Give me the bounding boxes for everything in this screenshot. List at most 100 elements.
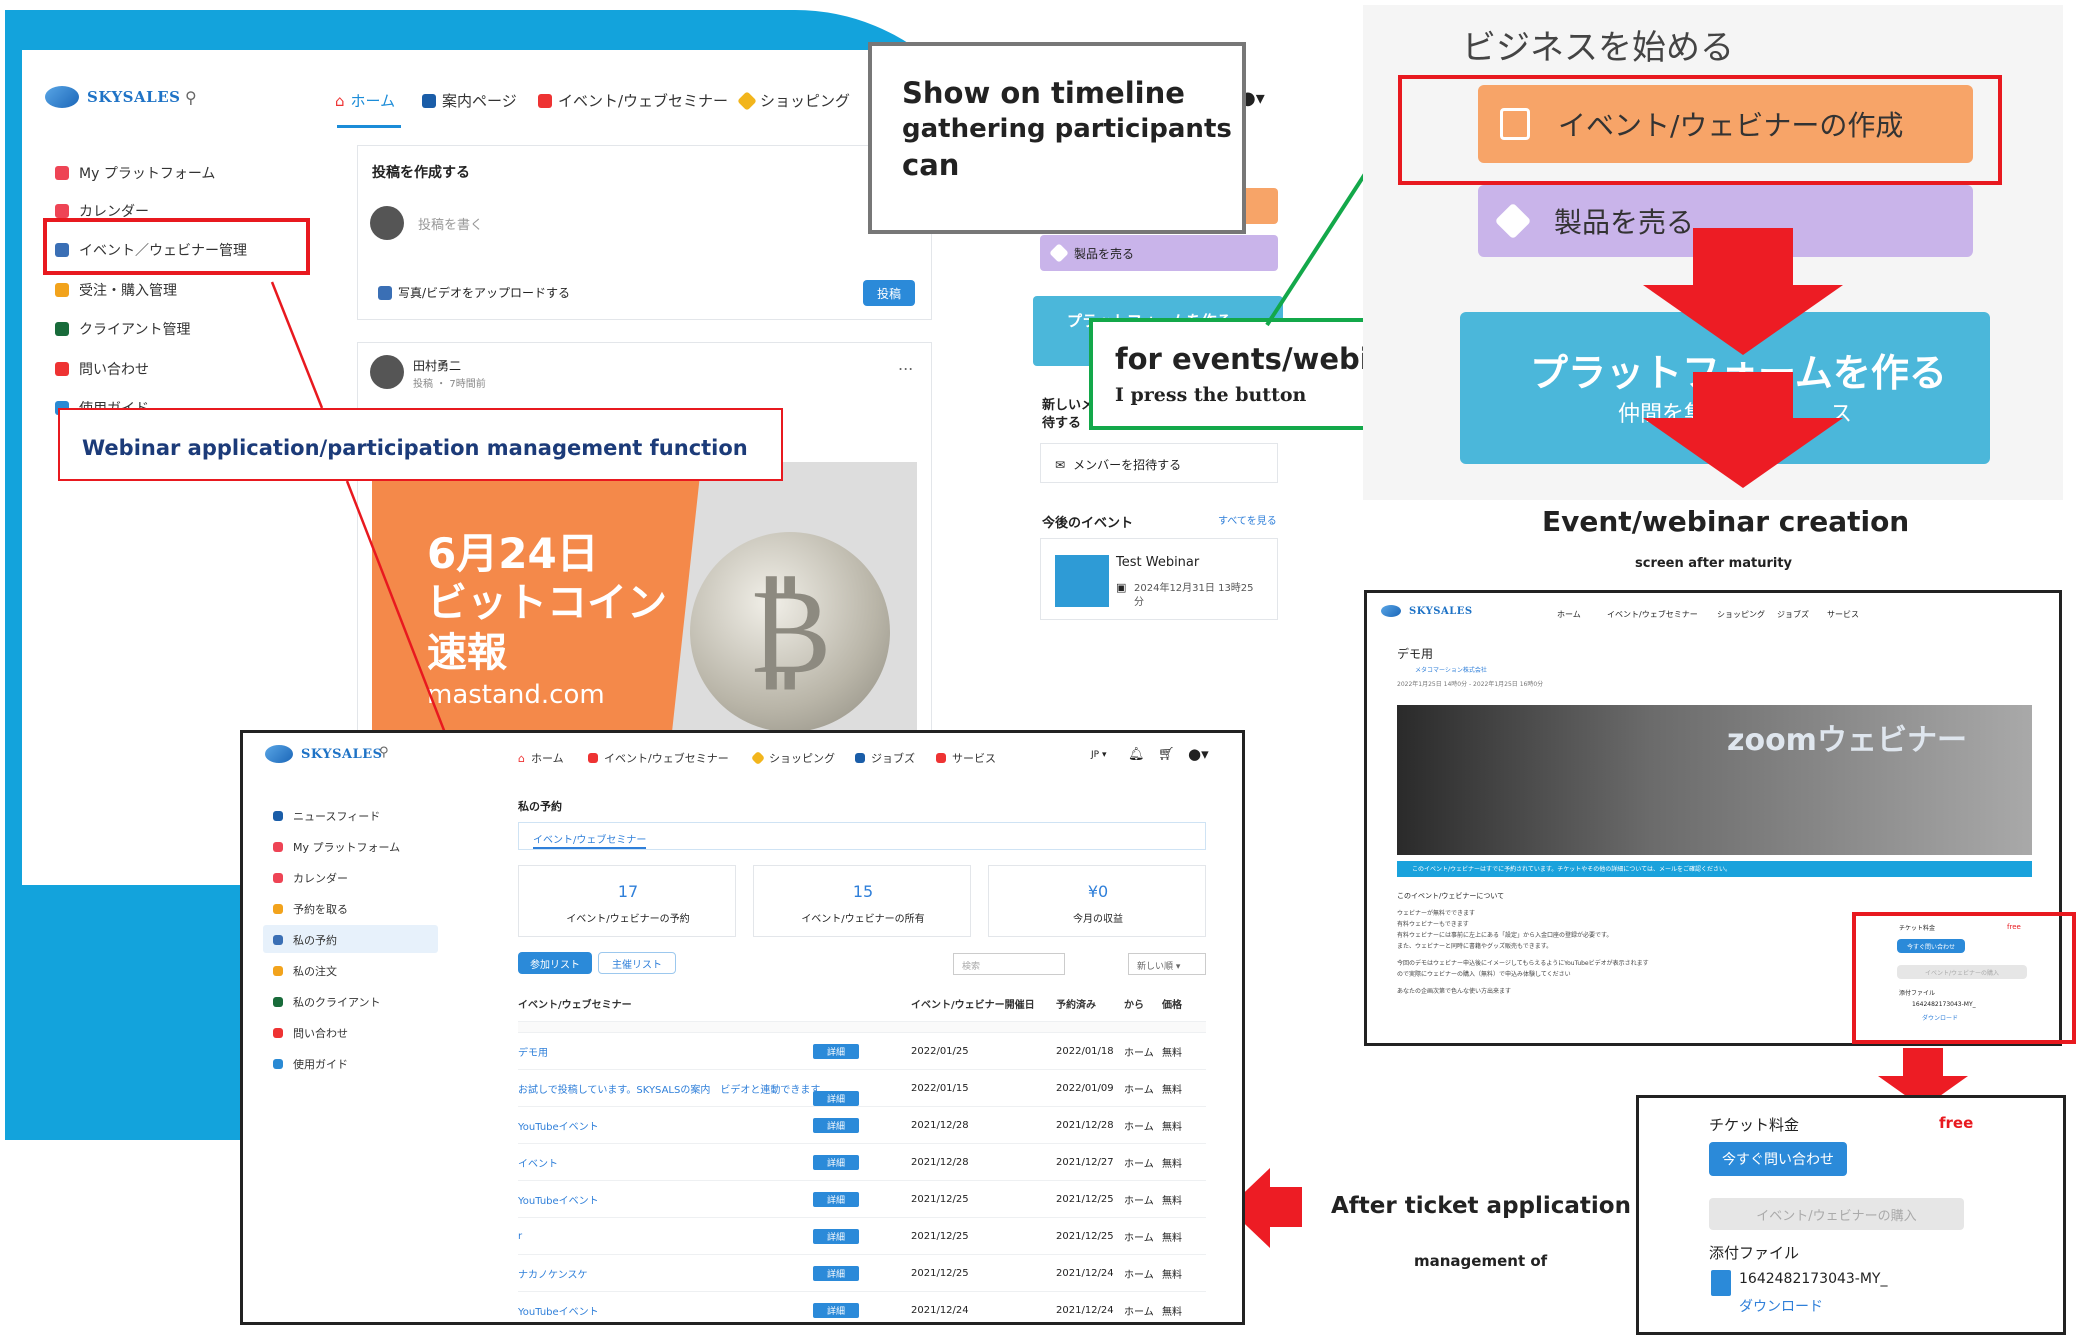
detail-cell: 詳細 xyxy=(813,1291,911,1322)
col-date[interactable]: イベント/ウェビナー開催日 xyxy=(911,985,1056,1022)
res-nav-jobs[interactable]: ジョブズ xyxy=(855,750,915,766)
detail-nav-jobs[interactable]: ジョブズ xyxy=(1777,609,1809,620)
red-connector-upper xyxy=(270,281,324,409)
reserved-cell: 2021/12/25 xyxy=(1056,1217,1124,1255)
res-nav-home[interactable]: ⌂ ホーム xyxy=(518,750,564,766)
from-cell: ホーム xyxy=(1124,1180,1162,1218)
detail-logo[interactable]: SKYSALES xyxy=(1381,605,1473,617)
detail-nav-home[interactable]: ホーム xyxy=(1557,609,1581,620)
res-sidebar-newsfeed[interactable]: ニュースフィード xyxy=(273,808,380,824)
host-list-button[interactable]: 主催リスト xyxy=(598,952,676,974)
res-sidebar-my-reservations[interactable]: 私の予約 xyxy=(273,932,337,948)
monitor-icon xyxy=(273,935,283,945)
sort-dropdown[interactable]: 新しい順 ▾ xyxy=(1128,953,1206,975)
detail-button[interactable]: 詳細 xyxy=(813,1117,860,1133)
detail-button[interactable]: 詳細 xyxy=(813,1154,860,1170)
about-body: ウェビナーが無料でできます 有料ウェビナーもできます 有料ウェビナーには事前に左… xyxy=(1397,908,1649,997)
cart-icon[interactable]: 🛒︎ xyxy=(1158,747,1175,762)
bell-icon[interactable]: 🔔︎ xyxy=(1128,747,1145,762)
detail-button[interactable]: 詳細 xyxy=(813,1228,860,1244)
calendar-icon xyxy=(273,873,283,883)
file-icon xyxy=(1711,1270,1731,1296)
user-avatar[interactable]: ●▾ xyxy=(1188,745,1209,763)
res-nav-shopping[interactable]: ショッピング xyxy=(750,750,835,766)
detail-title: デモ用 xyxy=(1397,647,1434,661)
red-arrow-down-2-shaft xyxy=(1693,372,1793,422)
detail-nav-shopping[interactable]: ショッピング xyxy=(1717,609,1765,620)
buy-event-button[interactable]: イベント/ウェビナーの購入 xyxy=(1709,1198,1964,1230)
date-cell: 2021/12/25 xyxy=(911,1217,1056,1255)
detail-cell: 詳細 xyxy=(813,1217,911,1255)
detail-org[interactable]: メタコマーション株式会社 xyxy=(1415,665,1487,674)
detail-cell: 詳細 xyxy=(813,1180,911,1218)
detail-hero-image: zoomウェビナー xyxy=(1397,705,2032,855)
language-selector[interactable]: JP ▾ xyxy=(1091,750,1106,760)
reservations-table: イベント/ウェブセミナー イベント/ウェビナー開催日 予約済み から 価格 デモ… xyxy=(518,985,1206,1322)
detail-button[interactable]: 詳細 xyxy=(813,1302,860,1318)
attachment-label: 添付ファイル xyxy=(1709,1244,1800,1262)
res-search-input[interactable]: 検索 xyxy=(953,953,1065,975)
ticket-zoom-panel: チケット料金 free 今すぐ問い合わせ イベント/ウェビナーの購入 添付ファイ… xyxy=(1636,1095,2066,1335)
skysales-logo-mark xyxy=(265,745,293,763)
price-cell: 無料 xyxy=(1162,1032,1206,1070)
join-list-button[interactable]: 参加リスト xyxy=(518,952,592,974)
col-reserved[interactable]: 予約済み xyxy=(1056,985,1124,1022)
inquire-now-button[interactable]: 今すぐ問い合わせ xyxy=(1709,1142,1847,1176)
detail-button[interactable]: 詳細 xyxy=(813,1091,860,1106)
res-logo[interactable]: SKYSALES xyxy=(265,745,383,763)
calendar-icon xyxy=(588,753,598,763)
detail-button[interactable]: 詳細 xyxy=(813,1265,860,1281)
from-cell: ホーム xyxy=(1124,1032,1162,1070)
table-row: お試しで投稿しています。SKYSALSの案内 ビデオと連動できます 2022/0… xyxy=(518,1069,1206,1107)
event-link[interactable]: YouTubeイベント xyxy=(518,1291,813,1322)
search-icon[interactable]: ⚲ xyxy=(379,745,389,760)
about-heading: このイベント/ウェビナーについて xyxy=(1397,892,1505,900)
from-cell: ホーム xyxy=(1124,1143,1162,1181)
res-sidebar-guide[interactable]: 使用ガイド xyxy=(273,1056,348,1072)
reserved-notice-text: このイベント/ウェビナーはすでに予約されています。チケットやその他の詳細について… xyxy=(1412,866,1732,873)
hero-text: zoomウェビナー xyxy=(1727,723,1967,758)
detail-button[interactable]: 詳細 xyxy=(813,1191,860,1207)
event-link[interactable]: YouTubeイベント xyxy=(518,1180,813,1218)
price-cell: 無料 xyxy=(1162,1254,1206,1292)
attachment-file-name[interactable]: 1642482173043-MY_ xyxy=(1739,1271,1887,1287)
event-link[interactable]: ナカノケンスケ xyxy=(518,1254,813,1292)
newsfeed-icon xyxy=(273,811,283,821)
reserved-cell: 2021/12/28 xyxy=(1056,1106,1124,1144)
res-sidebar-platform[interactable]: My プラットフォーム xyxy=(273,839,400,855)
tab-events[interactable]: イベント/ウェブセミナー xyxy=(533,831,647,849)
res-sidebar-calendar[interactable]: カレンダー xyxy=(273,870,348,886)
download-link[interactable]: ダウンロード xyxy=(1739,1296,1823,1316)
management-of-caption: management of xyxy=(1414,1252,1548,1270)
detail-cell: 詳細 xyxy=(813,1254,911,1292)
detail-nav-events[interactable]: イベント/ウェブセミナー xyxy=(1607,609,1698,620)
from-cell: ホーム xyxy=(1124,1217,1162,1255)
price-cell: 無料 xyxy=(1162,1180,1206,1218)
event-link[interactable]: r xyxy=(518,1217,813,1255)
col-from[interactable]: から xyxy=(1124,985,1162,1022)
event-link[interactable]: イベント xyxy=(518,1143,813,1181)
reserved-cell: 2021/12/24 xyxy=(1056,1254,1124,1292)
date-cell: 2021/12/24 xyxy=(911,1291,1056,1322)
col-event[interactable]: イベント/ウェブセミナー xyxy=(518,985,813,1022)
detail-nav-services[interactable]: サービス xyxy=(1827,609,1859,620)
red-arrow-down-2-head xyxy=(1643,418,1843,488)
price-cell: 無料 xyxy=(1162,1143,1206,1181)
col-price[interactable]: 価格 xyxy=(1162,985,1206,1022)
orders-icon xyxy=(273,966,283,976)
table-row: YouTubeイベント 詳細 2021/12/28 2021/12/28 ホーム… xyxy=(518,1106,1206,1144)
detail-button[interactable]: 詳細 xyxy=(813,1043,860,1059)
event-link[interactable]: デモ用 xyxy=(518,1032,813,1070)
red-arrow-down-1-head xyxy=(1643,285,1843,355)
res-sidebar-clients[interactable]: 私のクライアント xyxy=(273,994,381,1010)
from-cell: ホーム xyxy=(1124,1069,1162,1107)
res-nav-events[interactable]: イベント/ウェブセミナー xyxy=(588,750,729,766)
res-sidebar-book[interactable]: 予約を取る xyxy=(273,901,348,917)
res-sidebar-contact[interactable]: 問い合わせ xyxy=(273,1025,348,1041)
stat-value: 15 xyxy=(852,882,874,901)
bag-icon xyxy=(855,753,865,763)
res-nav-services[interactable]: サービス xyxy=(936,750,996,766)
event-link[interactable]: YouTubeイベント xyxy=(518,1106,813,1144)
res-sidebar-orders[interactable]: 私の注文 xyxy=(273,963,337,979)
detail-cell: 詳細 xyxy=(813,1106,911,1144)
